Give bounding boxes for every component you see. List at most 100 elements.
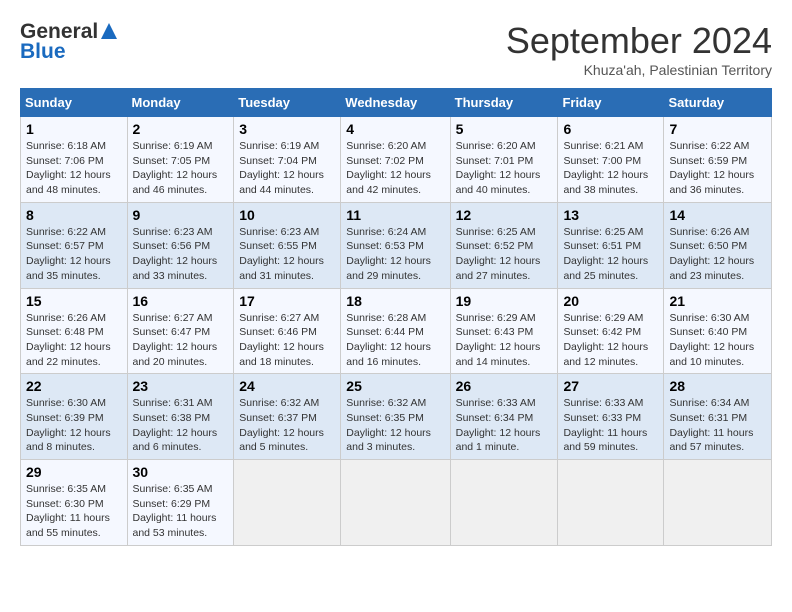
day-number: 2 [133, 121, 229, 137]
calendar-cell: 20Sunrise: 6:29 AM Sunset: 6:42 PM Dayli… [558, 288, 664, 374]
calendar-cell: 18Sunrise: 6:28 AM Sunset: 6:44 PM Dayli… [341, 288, 450, 374]
calendar-cell [341, 460, 450, 546]
calendar-cell: 26 Sunrise: 6:33 AM Sunset: 6:34 PM Dayli… [450, 374, 558, 460]
calendar-cell: 17 Sunrise: 6:27 AM Sunset: 6:46 PM Dayli… [234, 288, 341, 374]
calendar-cell: 21 Sunrise: 6:30 AM Sunset: 6:40 PM Dayli… [664, 288, 772, 374]
day-info: Sunrise: 6:23 AM Sunset: 6:56 PM Dayligh… [133, 225, 229, 284]
calendar-week-2: 8 Sunrise: 6:22 AM Sunset: 6:57 PM Daylig… [21, 202, 772, 288]
day-info: Sunrise: 6:26 AM Sunset: 6:48 PM Dayligh… [26, 311, 122, 370]
calendar-cell: 13 Sunrise: 6:25 AM Sunset: 6:51 PM Dayli… [558, 202, 664, 288]
day-number: 10 [239, 207, 335, 223]
calendar-cell [664, 460, 772, 546]
day-info: Sunrise: 6:30 AM Sunset: 6:40 PM Dayligh… [669, 311, 766, 370]
day-info: Sunrise: 6:31 AM Sunset: 6:38 PM Dayligh… [133, 396, 229, 455]
day-number: 3 [239, 121, 335, 137]
day-info: Sunrise: 6:25 AM Sunset: 6:51 PM Dayligh… [563, 225, 658, 284]
calendar-cell: 23 Sunrise: 6:31 AM Sunset: 6:38 PM Dayli… [127, 374, 234, 460]
day-info: Sunrise: 6:21 AM Sunset: 7:00 PM Dayligh… [563, 139, 658, 198]
month-title: September 2024 [506, 20, 772, 62]
calendar-cell: 4 Sunrise: 6:20 AM Sunset: 7:02 PM Daylig… [341, 117, 450, 203]
calendar-cell: 16 Sunrise: 6:27 AM Sunset: 6:47 PM Dayli… [127, 288, 234, 374]
logo-blue-text: Blue [20, 40, 66, 64]
day-number: 16 [133, 293, 229, 309]
calendar-week-3: 15 Sunrise: 6:26 AM Sunset: 6:48 PM Dayli… [21, 288, 772, 374]
title-block: September 2024 Khuza'ah, Palestinian Ter… [506, 20, 772, 78]
day-number: 8 [26, 207, 122, 223]
day-info: Sunrise: 6:23 AM Sunset: 6:55 PM Dayligh… [239, 225, 335, 284]
calendar-header-row: SundayMondayTuesdayWednesdayThursdayFrid… [21, 89, 772, 117]
day-number: 30 [133, 464, 229, 480]
calendar-cell: 9 Sunrise: 6:23 AM Sunset: 6:56 PM Daylig… [127, 202, 234, 288]
day-info: Sunrise: 6:20 AM Sunset: 7:02 PM Dayligh… [346, 139, 444, 198]
logo: General Blue [20, 20, 119, 64]
day-number: 17 [239, 293, 335, 309]
calendar-cell: 12Sunrise: 6:25 AM Sunset: 6:52 PM Dayli… [450, 202, 558, 288]
day-number: 20 [563, 293, 658, 309]
day-header-thursday: Thursday [450, 89, 558, 117]
day-number: 29 [26, 464, 122, 480]
day-header-friday: Friday [558, 89, 664, 117]
day-info: Sunrise: 6:24 AM Sunset: 6:53 PM Dayligh… [346, 225, 444, 284]
calendar-cell: 25 Sunrise: 6:32 AM Sunset: 6:35 PM Dayli… [341, 374, 450, 460]
calendar-cell [234, 460, 341, 546]
calendar-cell: 2 Sunrise: 6:19 AM Sunset: 7:05 PM Daylig… [127, 117, 234, 203]
calendar-cell: 24Sunrise: 6:32 AM Sunset: 6:37 PM Dayli… [234, 374, 341, 460]
calendar-cell [558, 460, 664, 546]
day-number: 24 [239, 378, 335, 394]
calendar-cell: 10 Sunrise: 6:23 AM Sunset: 6:55 PM Dayli… [234, 202, 341, 288]
day-number: 13 [563, 207, 658, 223]
day-number: 26 [456, 378, 553, 394]
day-info: Sunrise: 6:22 AM Sunset: 6:57 PM Dayligh… [26, 225, 122, 284]
day-number: 7 [669, 121, 766, 137]
calendar-cell [450, 460, 558, 546]
day-info: Sunrise: 6:22 AM Sunset: 6:59 PM Dayligh… [669, 139, 766, 198]
calendar-cell: 28Sunrise: 6:34 AM Sunset: 6:31 PM Dayli… [664, 374, 772, 460]
day-info: Sunrise: 6:35 AM Sunset: 6:30 PM Dayligh… [26, 482, 122, 541]
calendar-cell: 30 Sunrise: 6:35 AM Sunset: 6:29 PM Dayli… [127, 460, 234, 546]
day-number: 25 [346, 378, 444, 394]
day-info: Sunrise: 6:19 AM Sunset: 7:05 PM Dayligh… [133, 139, 229, 198]
day-info: Sunrise: 6:27 AM Sunset: 6:46 PM Dayligh… [239, 311, 335, 370]
calendar-cell: 27Sunrise: 6:33 AM Sunset: 6:33 PM Dayli… [558, 374, 664, 460]
day-number: 19 [456, 293, 553, 309]
day-info: Sunrise: 6:32 AM Sunset: 6:35 PM Dayligh… [346, 396, 444, 455]
day-header-tuesday: Tuesday [234, 89, 341, 117]
day-number: 1 [26, 121, 122, 137]
day-info: Sunrise: 6:30 AM Sunset: 6:39 PM Dayligh… [26, 396, 122, 455]
day-number: 23 [133, 378, 229, 394]
day-number: 28 [669, 378, 766, 394]
day-number: 4 [346, 121, 444, 137]
day-header-sunday: Sunday [21, 89, 128, 117]
calendar-cell: 7 Sunrise: 6:22 AM Sunset: 6:59 PM Daylig… [664, 117, 772, 203]
day-info: Sunrise: 6:28 AM Sunset: 6:44 PM Dayligh… [346, 311, 444, 370]
day-info: Sunrise: 6:35 AM Sunset: 6:29 PM Dayligh… [133, 482, 229, 541]
day-number: 9 [133, 207, 229, 223]
day-info: Sunrise: 6:20 AM Sunset: 7:01 PM Dayligh… [456, 139, 553, 198]
calendar-cell: 14 Sunrise: 6:26 AM Sunset: 6:50 PM Dayli… [664, 202, 772, 288]
calendar-cell: 15 Sunrise: 6:26 AM Sunset: 6:48 PM Dayli… [21, 288, 128, 374]
location-subtitle: Khuza'ah, Palestinian Territory [506, 62, 772, 78]
day-header-wednesday: Wednesday [341, 89, 450, 117]
day-header-saturday: Saturday [664, 89, 772, 117]
day-number: 14 [669, 207, 766, 223]
calendar-cell: 5 Sunrise: 6:20 AM Sunset: 7:01 PM Daylig… [450, 117, 558, 203]
day-info: Sunrise: 6:26 AM Sunset: 6:50 PM Dayligh… [669, 225, 766, 284]
day-number: 11 [346, 207, 444, 223]
calendar-week-4: 22Sunrise: 6:30 AM Sunset: 6:39 PM Dayli… [21, 374, 772, 460]
day-info: Sunrise: 6:25 AM Sunset: 6:52 PM Dayligh… [456, 225, 553, 284]
day-info: Sunrise: 6:29 AM Sunset: 6:43 PM Dayligh… [456, 311, 553, 370]
page-header: General Blue September 2024 Khuza'ah, Pa… [20, 20, 772, 78]
calendar-cell: 29 Sunrise: 6:35 AM Sunset: 6:30 PM Dayli… [21, 460, 128, 546]
day-info: Sunrise: 6:33 AM Sunset: 6:34 PM Dayligh… [456, 396, 553, 455]
day-info: Sunrise: 6:19 AM Sunset: 7:04 PM Dayligh… [239, 139, 335, 198]
day-number: 21 [669, 293, 766, 309]
calendar-cell: 19 Sunrise: 6:29 AM Sunset: 6:43 PM Dayli… [450, 288, 558, 374]
calendar-cell: 22Sunrise: 6:30 AM Sunset: 6:39 PM Dayli… [21, 374, 128, 460]
calendar-table: SundayMondayTuesdayWednesdayThursdayFrid… [20, 88, 772, 546]
day-info: Sunrise: 6:27 AM Sunset: 6:47 PM Dayligh… [133, 311, 229, 370]
day-number: 15 [26, 293, 122, 309]
calendar-week-1: 1Sunrise: 6:18 AM Sunset: 7:06 PM Daylig… [21, 117, 772, 203]
calendar-cell: 3 Sunrise: 6:19 AM Sunset: 7:04 PM Daylig… [234, 117, 341, 203]
calendar-week-5: 29 Sunrise: 6:35 AM Sunset: 6:30 PM Dayli… [21, 460, 772, 546]
day-number: 5 [456, 121, 553, 137]
